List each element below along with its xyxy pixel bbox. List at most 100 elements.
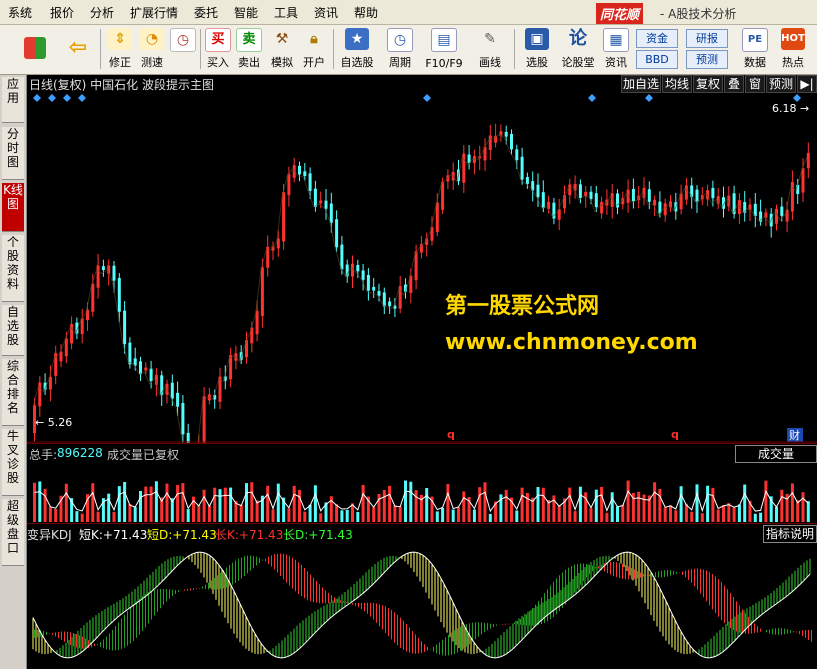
overlay-button[interactable]: 叠 [724, 75, 744, 93]
volume-bar [292, 485, 296, 522]
menu-extended-quote[interactable]: 扩展行情 [130, 4, 178, 21]
buy-button[interactable]: 买 买入 [203, 27, 233, 72]
sidebar-item-kline[interactable]: K线图 [2, 183, 24, 232]
volume-bar [504, 489, 508, 522]
predict-button[interactable]: 预测 [766, 75, 796, 93]
menu-system[interactable]: 系统 [8, 4, 32, 21]
sidebar-item-order-book[interactable]: 超级盘口 [2, 499, 24, 566]
sidebar-item-stock-profile[interactable]: 个股资料 [2, 235, 24, 302]
volume-bar [340, 510, 344, 522]
candle-body [801, 168, 805, 193]
candle-body [340, 244, 344, 270]
volume-bar [658, 488, 662, 522]
volume-bar [722, 505, 725, 522]
volume-bar [600, 486, 604, 522]
candle-body [101, 266, 105, 270]
volume-bar [674, 510, 678, 522]
candle-body [181, 403, 185, 435]
speed-test-button[interactable]: ◔ 测速 [136, 27, 168, 72]
capital-button[interactable]: 资金 [636, 29, 678, 48]
volume-button[interactable]: 成交量 [735, 445, 817, 463]
volume-bar [414, 490, 418, 522]
menu-smart[interactable]: 智能 [234, 4, 258, 21]
ma-button[interactable]: 均线 [662, 75, 692, 93]
volume-bar [737, 504, 741, 522]
volume-bar [621, 504, 625, 522]
watermark-title: 第一股票公式网 [445, 294, 600, 319]
app-title: - A股技术分析 [660, 7, 737, 21]
high-price-label: 6.18 → [772, 102, 809, 115]
volume-bar [732, 507, 736, 522]
volume-bar [706, 485, 710, 522]
restore-rights-button[interactable]: 复权 [693, 75, 723, 93]
volume-bar [775, 506, 778, 522]
f10-label: F10/F9 [425, 57, 463, 70]
simulate-button[interactable]: ⚒ 模拟 [266, 27, 298, 72]
wave-marker-icon [645, 94, 653, 102]
candle-body [308, 173, 312, 191]
forecast-button[interactable]: 预测 [686, 50, 728, 69]
period-button[interactable]: ◷ 周期 [380, 27, 420, 72]
hot-button[interactable]: HOT 热点 [776, 27, 810, 72]
menu-order[interactable]: 委托 [194, 4, 218, 21]
info-button[interactable]: ▦ 资讯 [600, 27, 632, 72]
layout-button[interactable] [18, 27, 52, 72]
volume-bar [727, 503, 731, 522]
research-button[interactable]: 研报 [686, 29, 728, 48]
sidebar-item-ranking[interactable]: 综合排名 [2, 359, 24, 426]
volume-bar [80, 513, 84, 522]
candle-body [647, 189, 651, 202]
candle-body [510, 133, 513, 150]
menu-help[interactable]: 帮助 [354, 4, 378, 21]
chart-area[interactable]: 日线(复权) 中国石化 波段提示主图 加自选 均线 复权 叠 窗 预测 ▶| 6… [27, 75, 817, 669]
volume-bar [398, 506, 402, 522]
add-watchlist-button[interactable]: 加自选 [621, 75, 661, 93]
kline-title: 日线(复权) 中国石化 波段提示主图 [29, 78, 214, 92]
back-arrow-icon: ⇦ [68, 35, 88, 60]
volume-bar [229, 487, 233, 522]
menu-tools[interactable]: 工具 [274, 4, 298, 21]
menu-quote[interactable]: 报价 [50, 4, 74, 21]
candlestick-chart[interactable]: 6.18 → ← 5.26 q q 财 [27, 92, 817, 443]
next-icon[interactable]: ▶| [797, 75, 817, 93]
back-button[interactable]: ⇦ [62, 27, 94, 72]
sidebar-item-apps[interactable]: 应用 [2, 77, 24, 123]
bbd-button[interactable]: BBD [636, 50, 678, 69]
menu-analysis[interactable]: 分析 [90, 4, 114, 21]
volume-bar [594, 489, 598, 522]
open-account-button[interactable]: 🔒︎ 开户 [298, 27, 330, 72]
stock-select-button[interactable]: ▣ 选股 [518, 27, 556, 72]
f10-button[interactable]: ▤ F10/F9 [422, 27, 466, 72]
data-button[interactable]: PE 数据 [738, 27, 772, 72]
q-marker: q [447, 428, 455, 441]
volume-bar [319, 513, 323, 522]
select-stock-icon: ▣ [525, 28, 549, 50]
menu-news[interactable]: 资讯 [314, 4, 338, 21]
candle-body [112, 265, 116, 281]
watchlist-label: 自选股 [340, 56, 374, 69]
sell-button[interactable]: 卖 卖出 [234, 27, 264, 72]
volume-bar [690, 511, 694, 522]
volume-bar [75, 511, 79, 522]
volume-bar [313, 485, 317, 522]
volume-bar [462, 491, 466, 522]
watchlist-button[interactable]: ★ 自选股 [336, 27, 378, 72]
volume-bar [96, 511, 100, 522]
sidebar-item-watchlist[interactable]: 自选股 [2, 305, 24, 356]
volume-bar [335, 504, 339, 522]
candle-body [313, 188, 317, 207]
candle-body [176, 392, 180, 407]
timer-button[interactable]: ◷ [168, 27, 198, 72]
volume-bar [144, 486, 148, 522]
volume-bar [308, 504, 312, 522]
sidebar-item-diagnosis[interactable]: 牛叉诊股 [2, 429, 24, 496]
draw-line-button[interactable]: ✎ 画线 [470, 27, 510, 72]
window-button[interactable]: 窗 [745, 75, 765, 93]
candle-body [361, 270, 365, 280]
correct-button[interactable]: ⇕ 修正 [104, 27, 136, 72]
volume-bar [276, 483, 280, 522]
indicator-help-button[interactable]: 指标说明 [763, 525, 817, 543]
sidebar-item-intraday[interactable]: 分时图 [2, 127, 24, 180]
forum-button[interactable]: 论 论股堂 [558, 27, 598, 72]
grid-icon [24, 37, 46, 59]
